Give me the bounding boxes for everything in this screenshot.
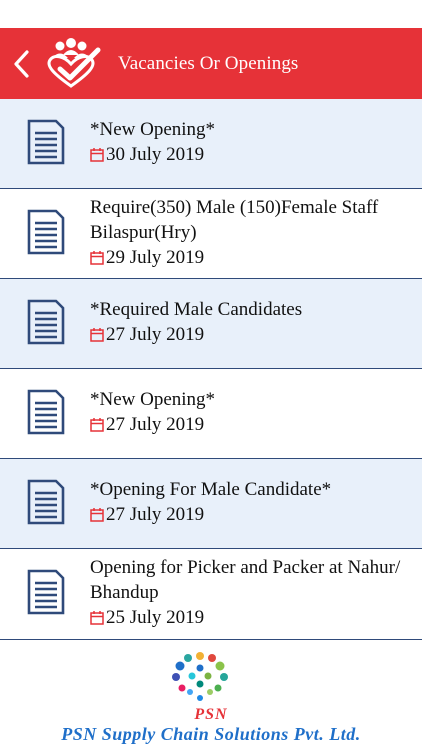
calendar-icon [90,328,104,342]
vacancy-date-row: 27 July 2019 [90,322,414,347]
document-icon [27,479,65,525]
vacancy-date-row: 30 July 2019 [90,142,414,167]
calendar-icon [90,508,104,522]
vacancy-date: 27 July 2019 [106,324,205,345]
vacancy-row[interactable]: *Opening For Male Candidate* 27 July 2019 [0,459,422,549]
brand-short-name: PSN [194,706,228,723]
psn-logo-icon [172,652,228,701]
vacancy-date: 30 July 2019 [106,144,205,165]
calendar-icon [90,251,104,265]
calendar-icon [90,418,104,432]
document-icon [27,209,65,255]
document-icon [27,119,65,165]
vacancy-title: *Opening For Male Candidate* [90,479,332,500]
document-icon [27,299,65,345]
vacancy-date: 25 July 2019 [106,607,205,628]
brand-full-name: PSN Supply Chain Solutions Pvt. Ltd. [61,724,361,744]
calendar-icon [90,611,104,625]
page-title: Vacancies Or Openings [118,52,299,74]
vacancy-date-row: 29 July 2019 [90,245,414,270]
vacancy-title: Opening for Picker and Packer at Nahur/ … [90,557,401,603]
vacancy-date-row: 27 July 2019 [90,502,414,527]
vacancy-title: *New Opening* [90,389,216,410]
vacancy-date: 29 July 2019 [106,247,205,268]
people-heart-icon [47,37,101,88]
vacancy-date-row: 25 July 2019 [90,605,414,630]
vacancy-row[interactable]: *New Opening* 30 July 2019 [0,99,422,189]
vacancy-row[interactable]: *New Opening* 27 July 2019 [0,369,422,459]
document-icon [27,569,65,615]
status-bar-area [0,0,422,28]
vacancy-list: *New Opening* 30 July 2019 Require(350) Ma… [0,99,422,640]
vacancy-date: 27 July 2019 [106,414,205,435]
vacancy-date-row: 27 July 2019 [90,412,414,437]
vacancy-title: *New Opening* [90,119,216,140]
back-button[interactable] [4,28,38,99]
chevron-left-icon [14,49,29,78]
vacancy-title: *Required Male Candidates [90,299,303,320]
footer-brand: PSN PSN Supply Chain Solutions Pvt. Ltd. [0,640,422,750]
vacancy-title: Require(350) Male (150)Female Staff Bila… [90,197,379,243]
document-icon [27,389,65,435]
vacancy-row[interactable]: Require(350) Male (150)Female Staff Bila… [0,189,422,279]
app-bar: Vacancies Or Openings [0,28,422,99]
calendar-icon [90,148,104,162]
vacancy-row[interactable]: *Required Male Candidates 27 July 2019 [0,279,422,369]
vacancy-row[interactable]: Opening for Picker and Packer at Nahur/ … [0,549,422,640]
vacancy-date: 27 July 2019 [106,504,205,525]
